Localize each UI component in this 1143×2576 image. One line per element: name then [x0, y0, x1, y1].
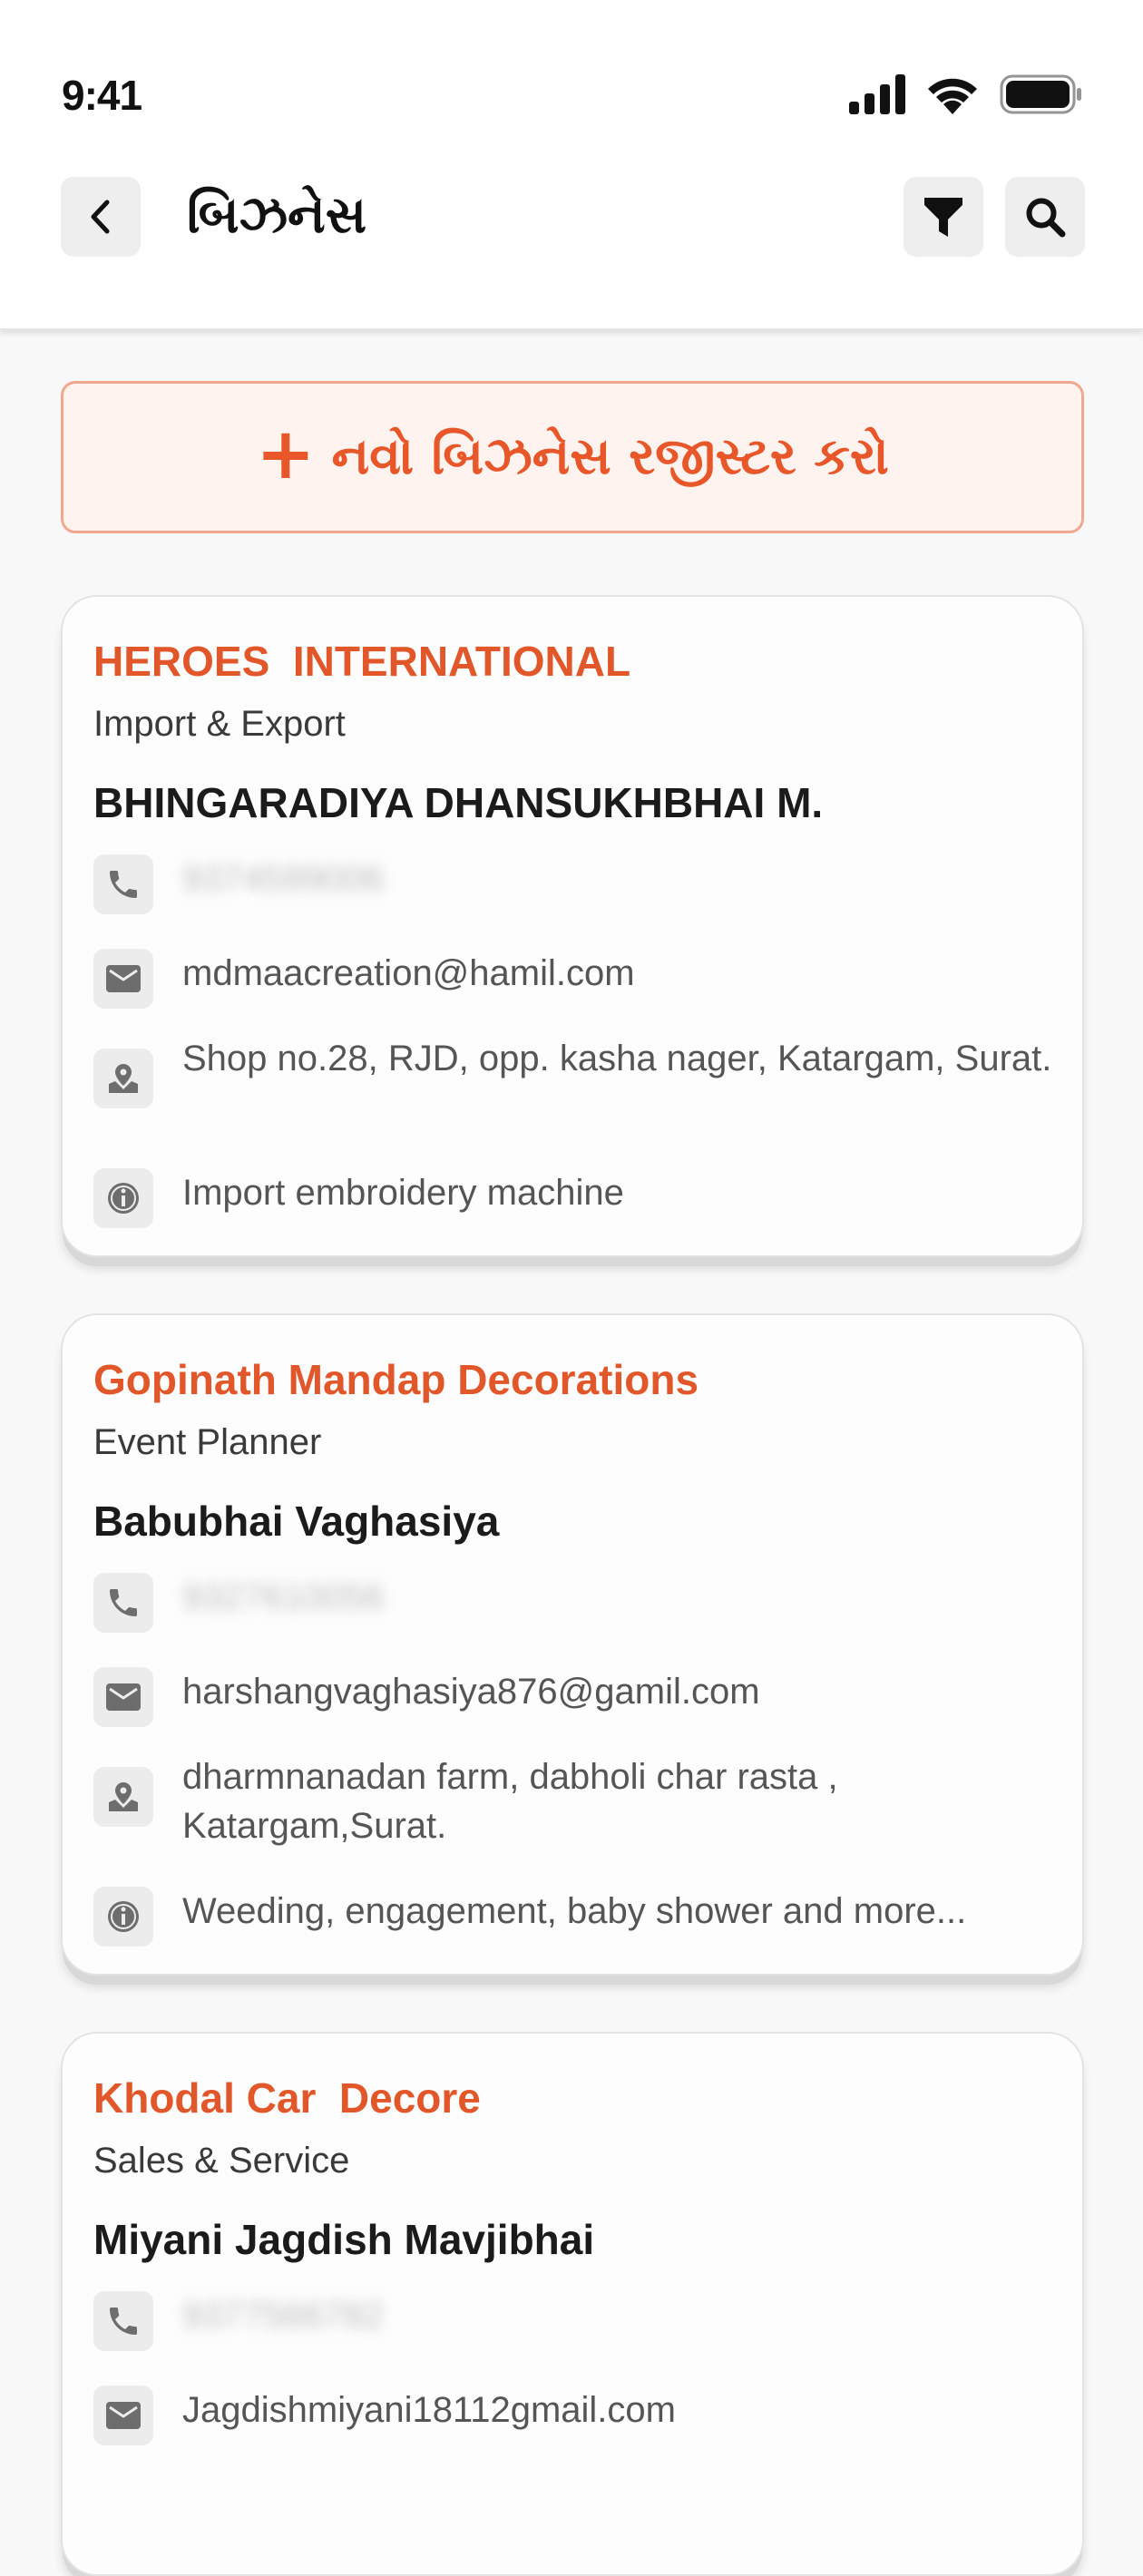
business-description: Weeding, engagement, baby shower and mor… [182, 1891, 967, 1931]
business-address: dharmnanadan farm, dabholi char rasta , … [182, 1757, 838, 1846]
email-icon [93, 2386, 153, 2445]
info-icon [93, 1168, 153, 1228]
email-row[interactable]: Jagdishmiyani18112gmail.com [93, 2386, 1068, 2445]
email-row[interactable]: mdmaacreation@hamil.com [93, 949, 1068, 1009]
email-address: mdmaacreation@hamil.com [182, 953, 635, 993]
business-description: Import embroidery machine [182, 1173, 624, 1213]
phone-number: 9327610056 [182, 1577, 385, 1617]
phone-icon [93, 1573, 153, 1633]
search-icon [1026, 198, 1066, 238]
plus-icon: + [256, 414, 316, 495]
back-button[interactable] [61, 177, 141, 257]
address-row[interactable]: Shop no.28, RJD, opp. kasha nager, Katar… [93, 1034, 1068, 1108]
phone-icon [93, 854, 153, 914]
phone-row[interactable]: 9374599006 [93, 854, 1068, 914]
search-button[interactable] [1005, 177, 1085, 257]
cellular-signal-icon [849, 74, 905, 114]
phone-number: 9377566782 [182, 2296, 385, 2336]
email-row[interactable]: harshangvaghasiya876@gamil.com [93, 1667, 1068, 1727]
business-address: Shop no.28, RJD, opp. kasha nager, Katar… [182, 1039, 1052, 1078]
address-row[interactable]: dharmnanadan farm, dabholi char rasta , … [93, 1752, 1068, 1850]
map-pin-icon [93, 1767, 153, 1827]
info-row: Import embroidery machine [93, 1168, 1068, 1228]
status-time: 9:41 [62, 72, 142, 119]
business-card[interactable]: Khodal Car Decore Sales & Service Miyani… [61, 2032, 1084, 2576]
phone-icon [93, 2291, 153, 2351]
filter-icon [924, 198, 962, 237]
battery-icon [1000, 74, 1081, 114]
company-name: HEROES INTERNATIONAL [93, 638, 631, 685]
email-address: harshangvaghasiya876@gamil.com [182, 1672, 760, 1712]
register-business-label: નવો બિઝનેસ રજીસ્ટર કરો [331, 427, 889, 486]
page-title: બિઝનેસ [187, 186, 367, 245]
company-name: Gopinath Mandap Decorations [93, 1356, 699, 1403]
info-icon [93, 1887, 153, 1947]
status-icons [849, 71, 1083, 118]
register-business-button[interactable]: + નવો બિઝનેસ રજીસ્ટર કરો [61, 381, 1084, 533]
email-icon [93, 1667, 153, 1727]
email-address: Jagdishmiyani18112gmail.com [182, 2390, 676, 2430]
info-row: Weeding, engagement, baby shower and mor… [93, 1887, 1068, 1947]
business-card[interactable]: Gopinath Mandap Decorations Event Planne… [61, 1313, 1084, 1976]
chevron-left-icon [91, 200, 110, 234]
phone-number: 9374599006 [182, 859, 385, 899]
phone-row[interactable]: 9327610056 [93, 1573, 1068, 1633]
business-category: Event Planner [93, 1422, 322, 1462]
app-header: બિઝનેસ [0, 163, 1143, 330]
owner-name: BHINGARADIYA DHANSUKHBHAI M. [93, 779, 824, 826]
wifi-icon [928, 78, 977, 114]
phone-row[interactable]: 9377566782 [93, 2291, 1068, 2351]
company-name: Khodal Car Decore [93, 2074, 481, 2122]
filter-button[interactable] [904, 177, 983, 257]
email-icon [93, 949, 153, 1009]
status-bar: 9:41 [0, 0, 1143, 163]
owner-name: Miyani Jagdish Mavjibhai [93, 2216, 595, 2263]
map-pin-icon [93, 1049, 153, 1108]
business-category: Import & Export [93, 704, 346, 744]
business-category: Sales & Service [93, 2141, 350, 2181]
owner-name: Babubhai Vaghasiya [93, 1498, 500, 1545]
business-card[interactable]: HEROES INTERNATIONAL Import & Export BHI… [61, 595, 1084, 1257]
